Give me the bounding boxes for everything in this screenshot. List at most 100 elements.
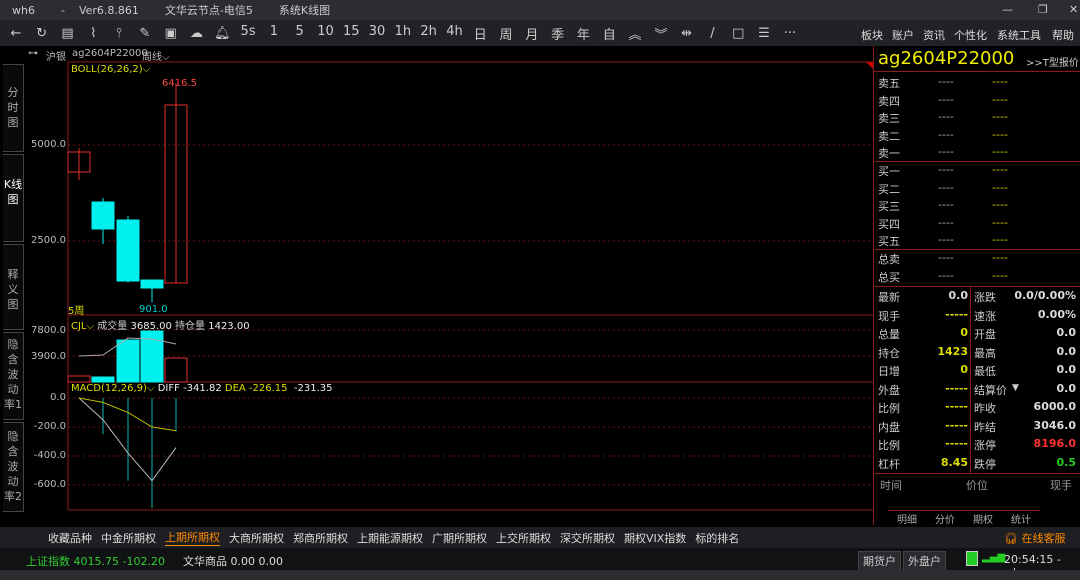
tab-detail[interactable]: 明细 [888,511,926,526]
level-label: 卖一 [878,147,900,160]
foreign-account-button[interactable]: 外盘户 [903,551,946,571]
macd-indicator[interactable]: MACD(12,26,9)⌵ [71,383,155,394]
field-value: 0.0 [1056,363,1077,376]
field-value: ----- [945,307,968,321]
t-quote-link[interactable]: >>T型报价 [1026,54,1079,69]
field-value: 0.0 [1056,326,1077,339]
level-volume: ---- [992,180,1008,194]
commodity-name: 文华商品 [183,555,227,568]
field-label: 昨结 [974,420,996,434]
bid-row: 买四 ---- ---- [878,216,1078,233]
volume-bar [67,375,91,383]
field-value: 0.0 [1056,344,1077,358]
exchange-tab[interactable]: 广期所期权 [432,530,487,546]
menu-1[interactable]: 账户 [892,27,914,43]
level-price: ---- [938,145,954,158]
minimize-button[interactable]: — [1002,3,1013,16]
field-label: 外盘 [878,383,900,397]
menu-4[interactable]: 系统工具 [997,27,1041,43]
futures-account-button[interactable]: 期货户 [858,551,901,571]
index-change: -102.20 [122,555,165,568]
level-volume: ---- [992,75,1008,88]
level-price: ---- [938,75,954,88]
exchange-tab[interactable]: 大商所期权 [229,530,284,546]
exchange-tab[interactable]: 中金所期权 [101,530,156,546]
vol-label: 成交量 [97,321,128,332]
exchange-tabs: 收藏品种 中金所期权 上期所期权 大商所期权 郑商所期权 上期能源期权 广期所期权 上交所期权… [0,527,1080,548]
field-value: 6000.0 [1033,400,1076,413]
exchange-tab[interactable]: 期权VIX指数 [624,530,686,546]
field-value: 8.45 [940,455,968,469]
dea-label: DEA [224,383,246,394]
online-service-button[interactable]: 🎧︎ 在线客服 [1004,530,1065,546]
field-label: 涨跌 [974,291,996,304]
volume-bar [164,357,188,383]
level-volume: ---- [992,251,1008,264]
commodity-ticker[interactable]: 文华商品 0.00 0.00 [183,553,283,569]
maximize-button[interactable]: ❐ [1038,3,1048,16]
field-label: 内盘 [878,420,900,434]
boll-label: BOLL(26,26,2) [71,64,143,75]
tab-stats[interactable]: 统计 [1002,511,1040,526]
y-tick: 5000.0 [31,139,66,150]
field-value: 0.00% [1037,307,1076,321]
signal-icon: ▂▄▆ [982,552,1006,563]
menu-2[interactable]: 资讯 [923,27,945,43]
candle-body [91,201,115,230]
tab-options[interactable]: 期权 [964,511,1002,526]
field-label: 最高 [974,346,996,360]
level-label: 买二 [878,182,900,196]
bid-row: 买五 ---- ---- [878,233,1078,250]
service-label: 在线客服 [1021,532,1066,545]
commodity-change: 0.00 [258,555,284,568]
level-price: ---- [938,251,954,264]
tick-header-volume: 现手 [1050,479,1072,492]
diff-label: DIFF [157,383,180,394]
dropdown-icon[interactable]: ▼ [1012,383,1019,393]
exchange-tab[interactable]: 上期能源期权 [357,530,423,546]
field-label: 涨停 [974,439,996,452]
close-button[interactable]: ✕ [1069,3,1078,16]
exchange-tab[interactable]: 上交所期权 [496,530,551,546]
menu-5[interactable]: 帮助 [1052,27,1074,43]
commodity-value: 0.00 [230,555,256,568]
level-label: 卖五 [878,77,900,90]
volume-bar [116,339,140,383]
level-price: ---- [938,215,954,229]
exchange-tab[interactable]: 上期所期权 [165,529,220,546]
exchange-tab[interactable]: 深交所期权 [560,530,615,546]
cjl-indicator[interactable]: CJL⌵ [71,321,94,332]
y-tick: -200.0 [33,421,66,432]
menu-3[interactable]: 个性化 [954,27,987,43]
y-tick: 7800.0 [31,325,66,336]
field-label[interactable]: 结算价 [974,382,1007,398]
high-price-label: 6416.5 [162,78,197,89]
field-label: 总量 [878,328,900,341]
dea-value: -226.15 [248,383,288,394]
field-value: 0.0 [948,289,969,302]
tab-price-dist[interactable]: 分价 [926,511,964,526]
level-label: 总卖 [878,253,900,266]
level-volume: ---- [992,163,1008,176]
level-price: ---- [938,163,954,176]
status-bar: 上证指数 4015.75 -102.20 文华商品 0.00 0.00 期货户 … [0,548,1080,579]
field-label: 现手 [878,309,900,323]
macd-label: MACD(12,26,9) [71,383,147,394]
field-value: ----- [945,418,968,432]
index-name: 上证指数 [26,555,70,568]
field-value: 0 [960,326,968,339]
index-ticker[interactable]: 上证指数 4015.75 -102.20 [26,553,165,569]
tick-header-time: 时间 [880,479,902,492]
exchange-tab[interactable]: 郑商所期权 [293,530,348,546]
exchange-tab[interactable]: 收藏品种 [48,530,92,546]
quote-symbol: ag2604P22000 [878,48,1015,69]
level-price: ---- [938,110,954,123]
kline-chart[interactable] [0,0,873,525]
exchange-tab[interactable]: 标的排名 [695,530,739,546]
level-price: ---- [938,268,954,282]
field-label: 持仓 [878,346,900,360]
level-volume: ---- [992,92,1008,106]
y-tick: 2500.0 [31,235,66,246]
boll-indicator[interactable]: BOLL(26,26,2)⌵ [71,64,150,75]
candle-body [116,219,140,282]
